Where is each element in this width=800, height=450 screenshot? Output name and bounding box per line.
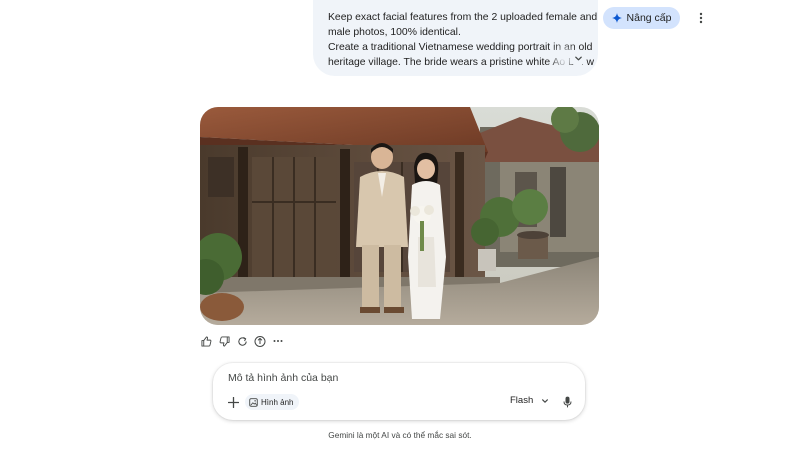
prompt-input[interactable]: Mô tả hình ảnh của bạn — [228, 372, 338, 384]
user-message-line: Create a traditional Vietnamese wedding … — [328, 42, 593, 53]
upgrade-button[interactable]: Nâng cấp — [603, 7, 680, 29]
microphone-icon — [563, 396, 571, 408]
more-horiz-icon — [273, 340, 283, 342]
thumb-up-button[interactable] — [197, 333, 215, 349]
share-button[interactable] — [251, 333, 269, 349]
user-message-line: male photos, 100% identical. — [328, 27, 461, 38]
regenerate-button[interactable] — [233, 333, 251, 349]
image-tool-chip[interactable]: Hình ảnh — [245, 394, 300, 410]
expand-message-button[interactable] — [570, 50, 586, 66]
more-vert-icon — [699, 12, 703, 24]
image-icon — [249, 397, 258, 407]
more-options-button[interactable] — [269, 333, 287, 349]
sparkle-icon — [611, 13, 622, 23]
generated-image[interactable] — [200, 107, 599, 325]
more-vert-button[interactable] — [695, 9, 707, 27]
user-message-line: heritage village. The bride wears a pris… — [328, 57, 595, 68]
thumb-down-icon — [219, 335, 230, 347]
chevron-down-icon — [574, 56, 582, 60]
model-selector[interactable]: Flash — [510, 395, 549, 406]
image-chip-label: Hình ảnh — [261, 397, 294, 407]
disclaimer-text: Gemini là một AI và có thể mắc sai sót. — [328, 430, 472, 440]
chevron-down-icon — [542, 398, 549, 403]
thumb-up-icon — [200, 335, 211, 347]
wedding-portrait-image — [200, 107, 599, 325]
user-message-bubble: Keep exact facial features from the 2 up… — [313, 0, 598, 76]
refresh-icon — [237, 336, 247, 346]
user-message-line: Keep exact facial features from the 2 up… — [328, 12, 598, 23]
upgrade-label: Nâng cấp — [626, 12, 672, 24]
add-attachment-button[interactable] — [226, 395, 240, 409]
response-actions — [197, 333, 287, 349]
share-icon — [254, 336, 266, 347]
plus-icon — [227, 396, 239, 408]
prompt-box[interactable]: Mô tả hình ảnh của bạn Hình ảnh Flash — [213, 363, 585, 420]
microphone-button[interactable] — [561, 395, 573, 409]
thumb-down-button[interactable] — [215, 333, 233, 349]
model-label: Flash — [510, 395, 534, 406]
